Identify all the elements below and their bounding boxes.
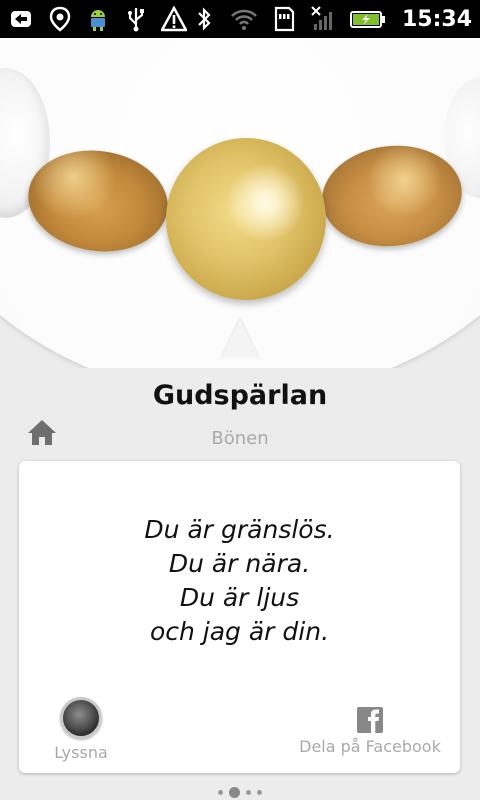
location-pin-icon xyxy=(46,5,74,33)
prayer-line: och jag är din. xyxy=(149,617,330,646)
bluetooth-icon xyxy=(190,5,218,33)
prayer-line: Du är gränslös. xyxy=(144,515,335,544)
status-clock: 15:34 xyxy=(401,6,472,32)
page-dot[interactable] xyxy=(246,789,251,795)
facebook-icon xyxy=(357,707,383,733)
prayer-card: Du är gränslös. Du är nära. Du är ljus o… xyxy=(19,461,460,773)
wifi-icon xyxy=(230,5,258,33)
share-facebook-button[interactable]: Dela på Facebook xyxy=(295,707,445,763)
page-dot[interactable] xyxy=(257,789,262,795)
page-title: Gudspärlan xyxy=(152,380,328,411)
prayer-text: Du är gränslös. Du är nära. Du är ljus o… xyxy=(19,513,460,649)
gold-bead[interactable] xyxy=(166,138,326,300)
status-bar: 15:34 xyxy=(0,0,480,38)
page-dot-active[interactable] xyxy=(229,786,240,798)
listen-label: Lyssna xyxy=(54,743,108,762)
page-dot[interactable] xyxy=(218,789,223,795)
selection-pointer xyxy=(221,318,259,358)
prayer-line: Du är nära. xyxy=(168,549,311,578)
share-facebook-label: Dela på Facebook xyxy=(299,737,441,756)
page-indicator xyxy=(0,786,480,798)
usb-debug-icon xyxy=(8,5,36,33)
android-icon xyxy=(84,5,112,33)
prayer-line: Du är ljus xyxy=(179,583,300,612)
battery-charging-icon xyxy=(349,5,386,33)
sd-card-icon xyxy=(270,5,298,33)
speaker-icon xyxy=(60,697,102,739)
page-subtitle: Bönen xyxy=(211,428,269,449)
warning-icon xyxy=(160,5,188,33)
usb-icon xyxy=(122,5,150,33)
status-bar-system: 15:34 xyxy=(190,5,480,33)
listen-button[interactable]: Lyssna xyxy=(41,697,121,763)
no-signal-icon xyxy=(310,5,338,33)
status-bar-notifications xyxy=(0,5,190,33)
bead-carousel[interactable] xyxy=(0,38,480,368)
